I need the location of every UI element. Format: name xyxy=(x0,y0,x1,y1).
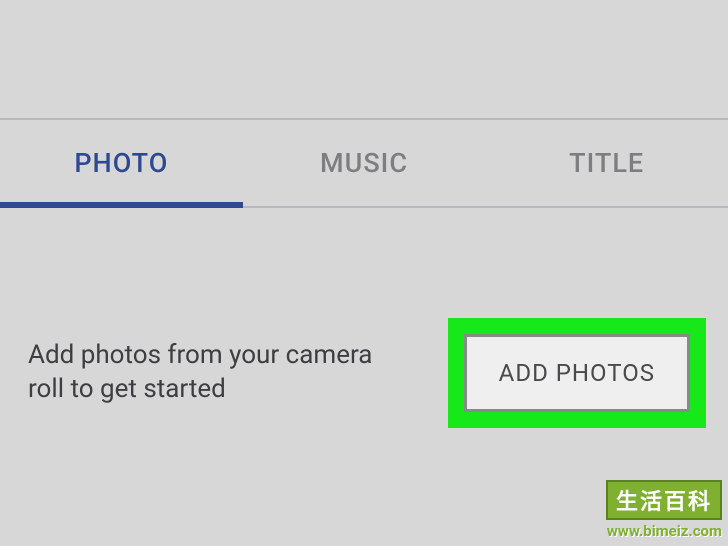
tab-music[interactable]: MUSIC xyxy=(243,120,486,206)
active-tab-indicator xyxy=(0,202,243,208)
tab-bar: PHOTO MUSIC TITLE xyxy=(0,118,728,208)
watermark-cn-text: 生活百科 xyxy=(606,480,722,520)
watermark: 生活百科 www.bimeiz.com xyxy=(606,480,722,540)
instruction-text: Add photos from your camera roll to get … xyxy=(28,339,398,407)
highlight-box: ADD PHOTOS xyxy=(448,318,706,428)
header-spacer xyxy=(0,0,728,118)
tab-photo[interactable]: PHOTO xyxy=(0,120,243,206)
watermark-url: www.bimeiz.com xyxy=(606,522,722,540)
add-photos-button[interactable]: ADD PHOTOS xyxy=(464,334,690,412)
content-area: Add photos from your camera roll to get … xyxy=(0,208,728,428)
tab-title[interactable]: TITLE xyxy=(485,120,728,206)
